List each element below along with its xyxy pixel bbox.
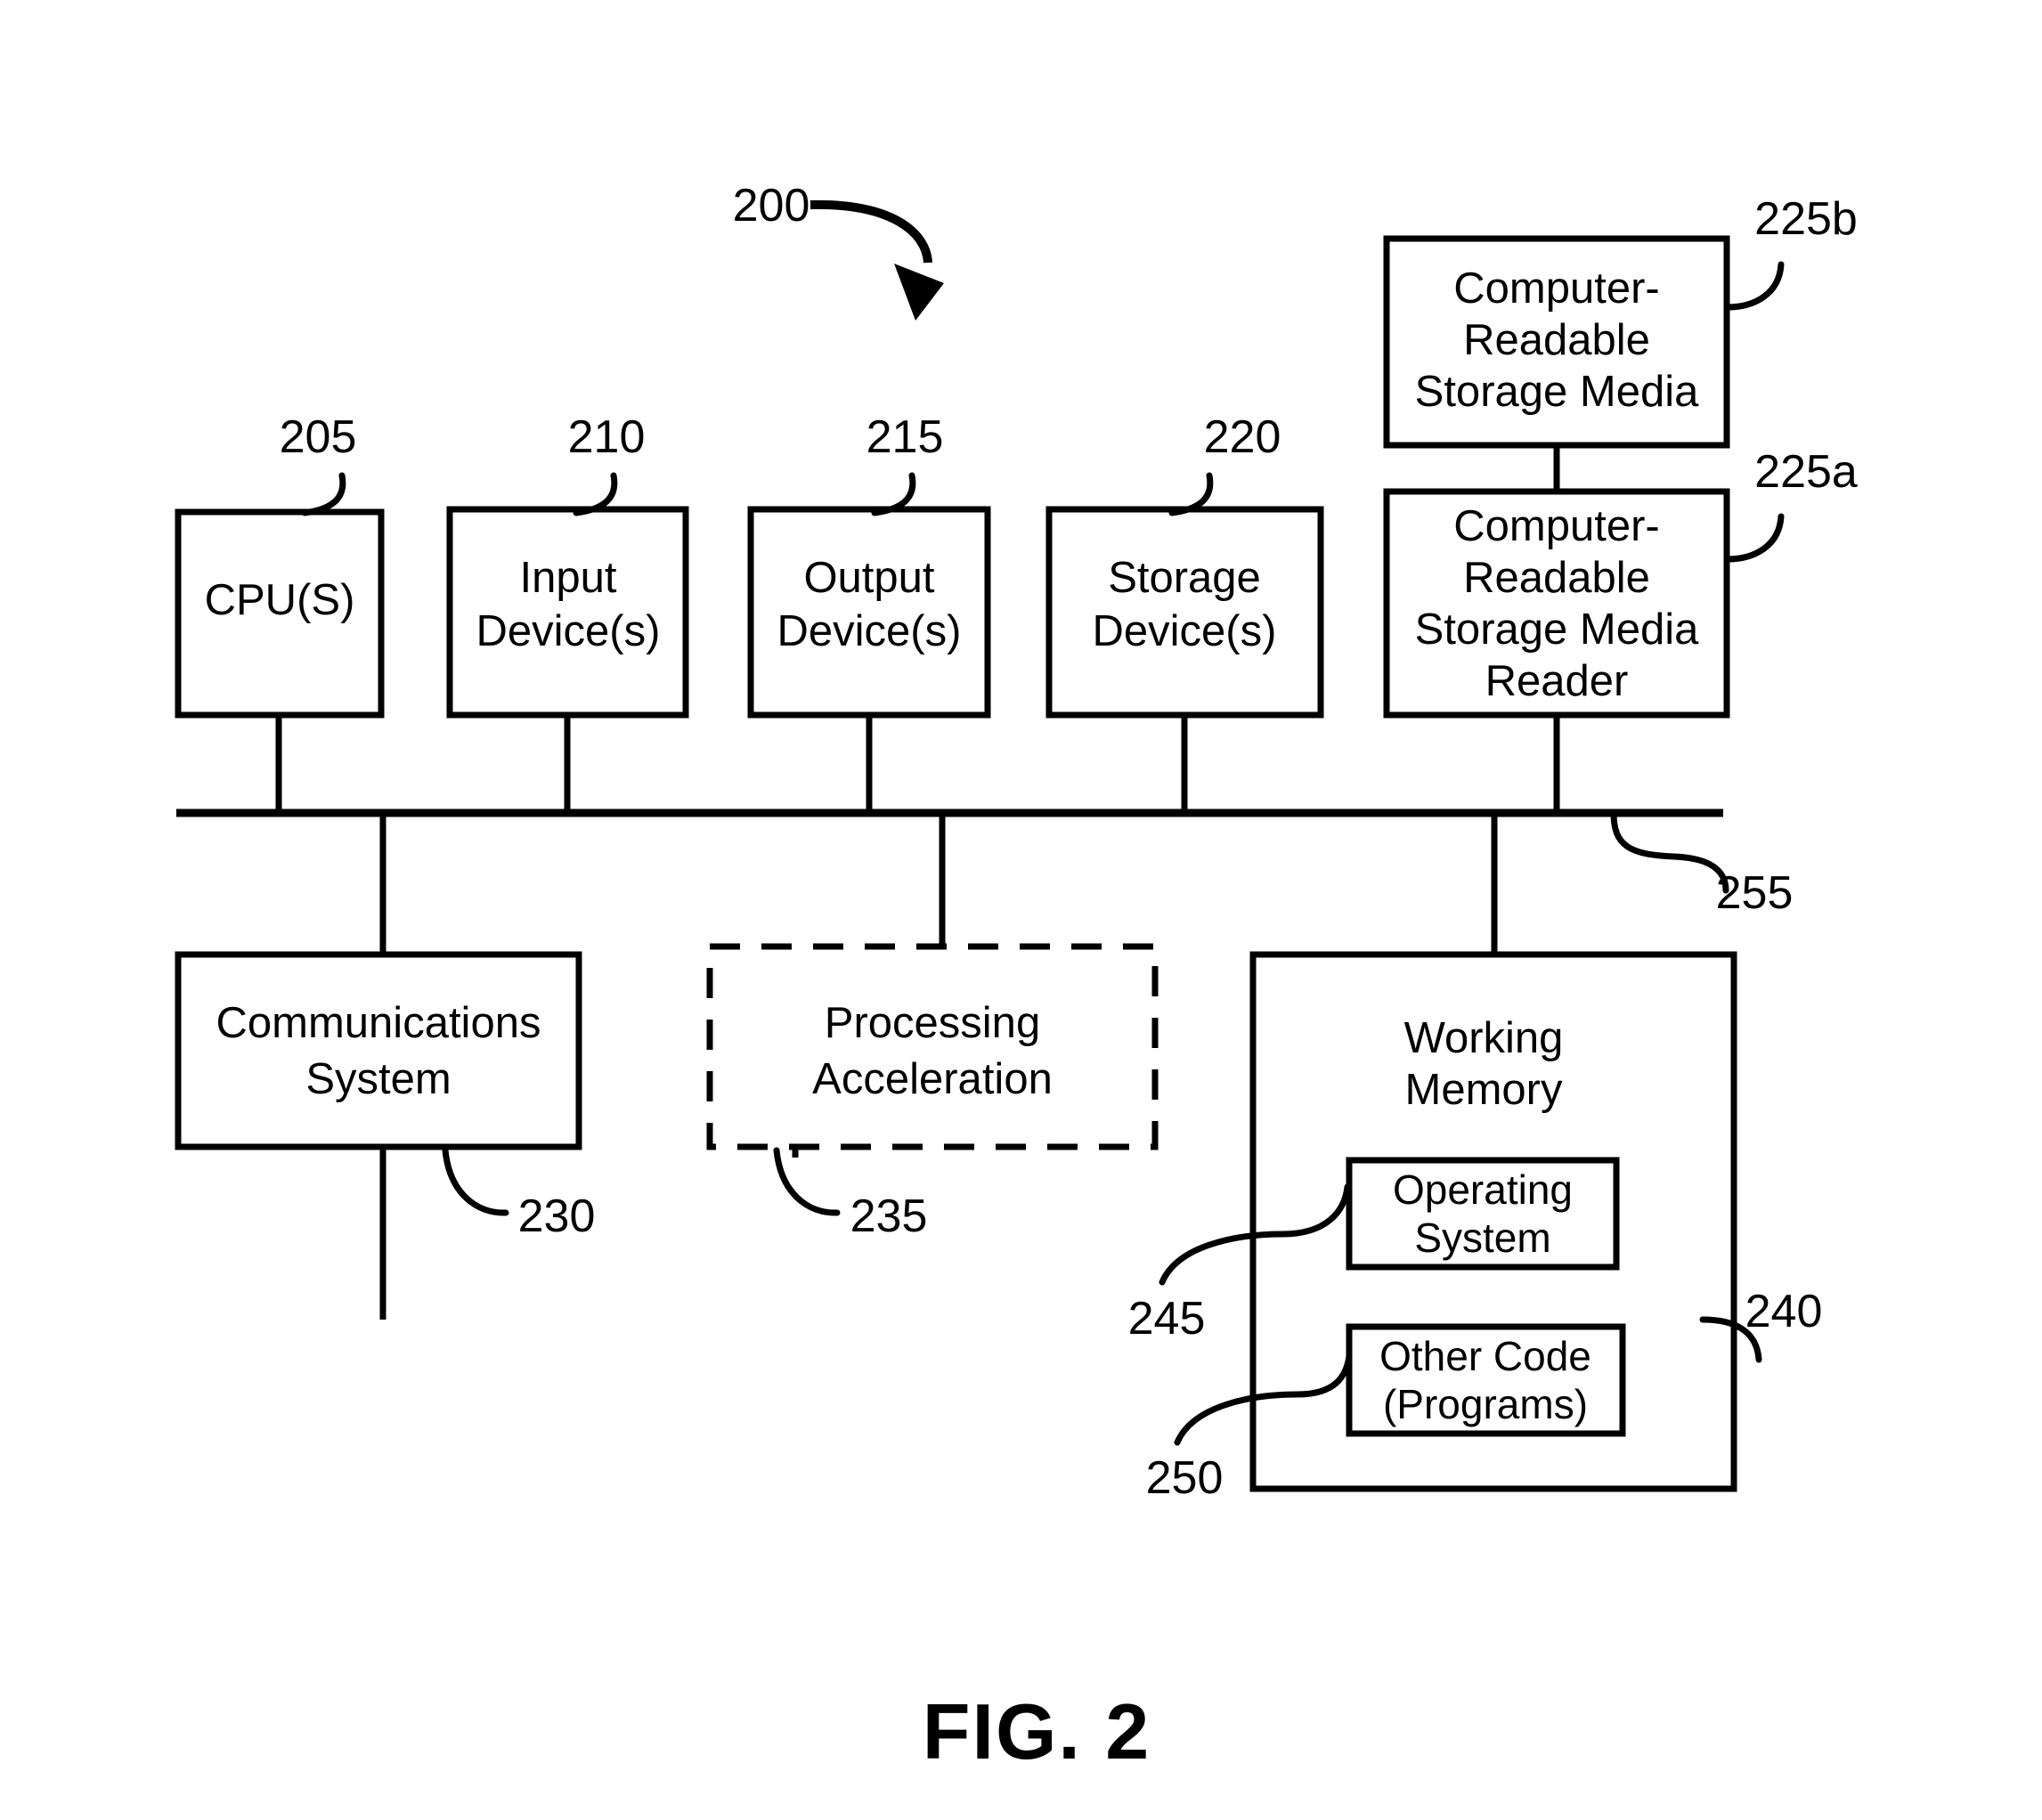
bus-lower-stubs — [379, 813, 1498, 955]
communications-system-box[interactable] — [175, 951, 582, 1150]
ref-number-210: 210 — [568, 411, 646, 463]
procaccel-label-line2: Acceleration — [812, 1055, 1053, 1103]
ref-number-245: 245 — [1128, 1293, 1206, 1345]
block-diagram-canvas: CPU(S) Input Device(s) Output Device(s) … — [175, 180, 1858, 1775]
leader-225a — [1724, 513, 1785, 563]
procaccel-label-line1: Processing — [825, 999, 1040, 1047]
reader-label-line3: Storage Media — [1415, 605, 1699, 654]
reader-label-line4: Reader — [1485, 657, 1629, 705]
working-memory-label-line2: Memory — [1405, 1066, 1563, 1114]
output-devices-label-line1: Output — [803, 554, 934, 602]
ref-number-225a: 225a — [1754, 446, 1858, 498]
reader-label-line2: Readable — [1463, 554, 1650, 602]
ref-number-220: 220 — [1204, 411, 1281, 463]
system-arrow-curve — [809, 199, 932, 264]
ref-number-215: 215 — [866, 411, 944, 463]
other-code-label-line1: Other Code — [1379, 1333, 1591, 1379]
crsm-label-line3: Storage Media — [1415, 368, 1699, 416]
leader-230 — [442, 1147, 509, 1216]
operating-system-label-line1: Operating — [1393, 1166, 1573, 1213]
working-memory-label-line1: Working — [1404, 1014, 1564, 1062]
crsm-label-line1: Computer- — [1453, 264, 1659, 313]
ref-number-235: 235 — [850, 1190, 928, 1242]
cpu-box-label: CPU(S) — [205, 576, 355, 624]
ref-number-240: 240 — [1745, 1286, 1823, 1337]
storage-devices-label-line1: Storage — [1108, 554, 1261, 602]
input-devices-label-line2: Device(s) — [476, 607, 661, 655]
communications-label-line1: Communications — [216, 999, 541, 1047]
ref-number-205: 205 — [280, 411, 357, 463]
ref-number-200: 200 — [733, 180, 810, 232]
patent-figure-2: CPU(S) Input Device(s) Output Device(s) … — [0, 0, 2042, 1820]
leader-255 — [1610, 809, 1729, 894]
output-devices-label-line2: Device(s) — [777, 607, 962, 655]
ref-number-225b: 225b — [1754, 193, 1858, 245]
leader-205 — [301, 472, 346, 516]
leader-235 — [773, 1147, 841, 1216]
ref-number-255: 255 — [1716, 867, 1794, 919]
leader-225b — [1724, 261, 1785, 311]
ref-number-250: 250 — [1146, 1452, 1224, 1504]
system-pointer-arrow — [809, 199, 944, 321]
figure-caption: FIG. 2 — [923, 1687, 1151, 1775]
ref-number-230: 230 — [518, 1190, 596, 1242]
system-arrow-head — [894, 264, 944, 321]
storage-devices-label-line2: Device(s) — [1093, 607, 1277, 655]
input-devices-label-line1: Input — [520, 554, 617, 602]
crsm-label-line2: Readable — [1463, 316, 1650, 364]
operating-system-label-line2: System — [1414, 1215, 1550, 1261]
other-code-label-line2: (Programs) — [1383, 1381, 1588, 1427]
reader-label-line1: Computer- — [1453, 502, 1659, 550]
communications-label-line2: System — [305, 1055, 451, 1103]
